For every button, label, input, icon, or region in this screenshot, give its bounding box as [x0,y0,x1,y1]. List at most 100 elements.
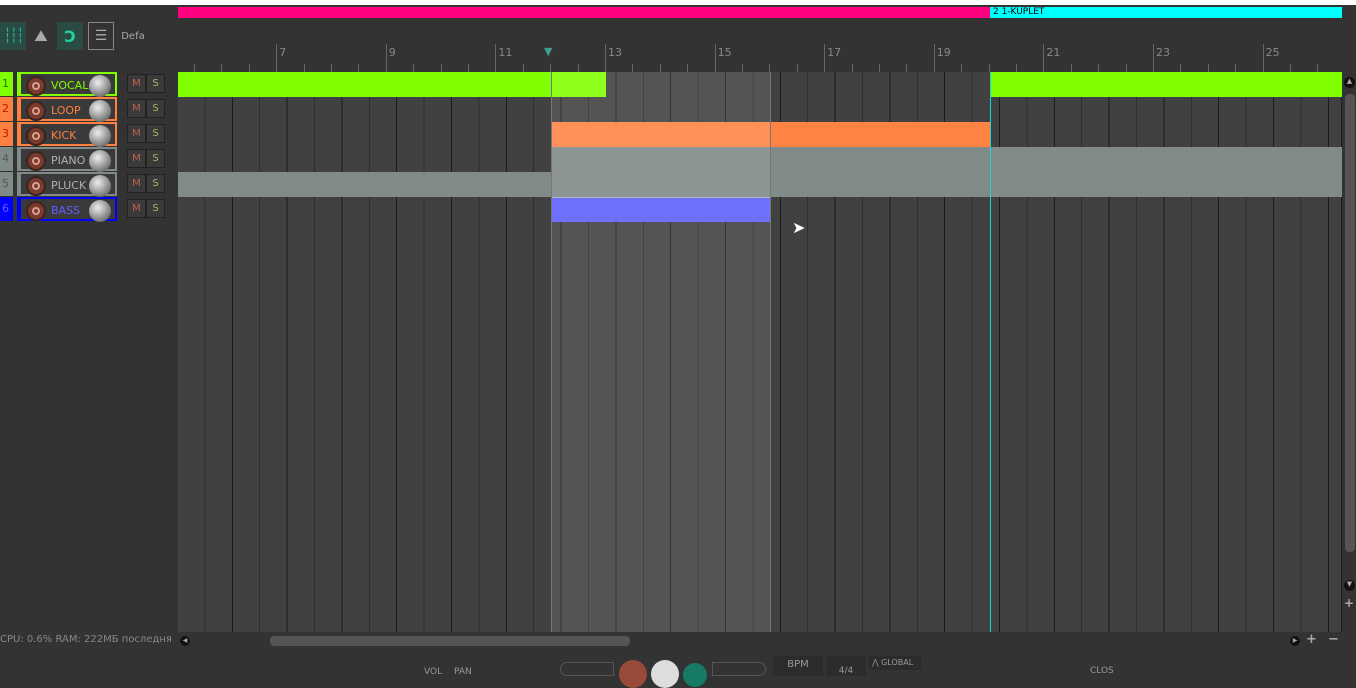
track-layout-icon[interactable]: ☰ [88,22,114,50]
ruler-minor-tick [495,64,497,72]
play-cursor-icon[interactable]: ▼ [544,45,552,58]
track-name-panel[interactable]: VOCAL [17,72,117,97]
ruler-minor-tick [440,64,442,72]
go-start-button[interactable] [560,662,614,676]
track-loop[interactable]: 2 LOOP M S [0,96,170,122]
track-bass[interactable]: 6 BASS M S [0,196,170,222]
record-arm-icon[interactable] [26,201,46,221]
zoom-in-icon[interactable]: + [1344,596,1354,610]
volume-knob[interactable] [89,125,111,147]
stop-button[interactable] [712,662,766,676]
marker-2-1-kuplet[interactable]: 2 1-KUPLET [990,7,1342,18]
track-name-panel[interactable]: KICK [17,122,117,147]
track-name[interactable]: PIANO [51,154,85,167]
mute-button[interactable]: M [127,124,146,143]
track-name-panel[interactable]: PIANO [17,147,117,172]
solo-button[interactable]: S [146,99,165,118]
ruler-minor-tick [522,64,524,72]
layout-label[interactable]: Defa [118,22,148,50]
snap-toggle-icon[interactable]: Ͻ [57,22,83,50]
track-name[interactable]: KICK [51,129,76,142]
track-number: 4 [0,147,13,171]
ruler-minor-tick [276,64,278,72]
time-selection[interactable] [551,72,771,632]
track-name-panel[interactable]: PLUCK [17,172,117,197]
mute-button[interactable]: M [127,174,146,193]
track-pluck[interactable]: 5 PLUCK M S [0,171,170,197]
ruler-minor-tick [632,64,634,72]
mute-button[interactable]: M [127,99,146,118]
item-vocal-2[interactable] [990,72,1342,97]
ruler-minor-tick [248,64,250,72]
global-automation-button[interactable]: ⋀ GLOBAL [869,656,921,670]
ruler-minor-tick [906,64,908,72]
horizontal-scrollbar[interactable]: ◀ ▶ + − [178,632,1342,649]
ripple-edit-icon[interactable]: ⛰ [28,22,54,50]
volume-knob[interactable] [89,100,111,122]
arrange-view[interactable]: ➤ [178,72,1342,632]
h-zoom-out-icon[interactable]: − [1328,632,1339,647]
ruler-minor-tick [824,64,826,72]
ruler-label: 15 [717,46,732,59]
record-arm-icon[interactable] [26,76,46,96]
record-arm-icon[interactable] [26,176,46,196]
grid-toggle-icon[interactable]: ┆┆┆ [0,22,26,50]
track-name[interactable]: LOOP [51,104,81,117]
track-kick[interactable]: 3 KICK M S [0,121,170,147]
volume-knob[interactable] [89,175,111,197]
h-scroll-thumb[interactable] [270,636,630,646]
marker-lane: 2 1-KUPLET [178,5,1342,19]
time-signature-field[interactable]: 4/4 [826,656,866,676]
track-number: 1 [0,72,13,96]
ruler-minor-tick [385,64,387,72]
mute-button[interactable]: M [127,199,146,218]
repeat-button[interactable] [683,663,707,687]
ruler-minor-tick [468,64,469,72]
ruler-minor-tick [1043,64,1045,72]
record-button[interactable] [619,660,647,688]
volume-knob[interactable] [89,75,111,97]
pan-label: PAN [454,667,472,677]
mute-button[interactable]: M [127,74,146,93]
solo-button[interactable]: S [146,199,165,218]
track-name-panel[interactable]: BASS [17,197,117,222]
track-number: 3 [0,122,13,146]
scroll-down-icon[interactable]: ▼ [1344,580,1355,591]
marker-1[interactable] [178,7,990,18]
ruler-minor-tick [687,64,689,72]
track-name-panel[interactable]: LOOP [17,97,117,122]
scroll-thumb[interactable] [1345,94,1355,552]
volume-knob[interactable] [89,200,111,222]
h-zoom-in-icon[interactable]: + [1306,632,1317,647]
track-piano[interactable]: 4 PIANO M S [0,146,170,172]
track-vocal[interactable]: 1 VOCAL M S [0,71,170,97]
solo-button[interactable]: S [146,174,165,193]
ruler-label: 21 [1046,46,1061,59]
scroll-right-icon[interactable]: ▶ [1290,636,1300,646]
solo-button[interactable]: S [146,74,165,93]
record-arm-icon[interactable] [26,151,46,171]
track-number: 6 [0,197,13,221]
vertical-scrollbar[interactable]: ▲ ▼ + [1343,72,1356,632]
track-name[interactable]: VOCAL [51,79,88,92]
mute-button[interactable]: M [127,149,146,168]
volume-knob[interactable] [89,150,111,172]
scroll-up-icon[interactable]: ▲ [1344,77,1355,88]
item-vocal-1[interactable] [178,72,606,97]
ruler-minor-tick [1016,64,1017,72]
timeline-ruler[interactable]: 7 9 11 13 15 17 19 21 23 25 ▼ [178,20,1342,72]
record-arm-icon[interactable] [26,101,46,121]
ruler-minor-tick [851,64,853,72]
clos-button[interactable]: CLOS [1090,666,1114,676]
ruler-minor-tick [714,64,716,72]
scroll-left-icon[interactable]: ◀ [180,636,190,646]
record-arm-icon[interactable] [26,126,46,146]
track-name[interactable]: BASS [51,204,80,217]
solo-button[interactable]: S [146,149,165,168]
play-button[interactable] [651,660,679,688]
track-name[interactable]: PLUCK [51,179,86,192]
item-pluck[interactable] [178,172,551,197]
solo-button[interactable]: S [146,124,165,143]
ruler-minor-tick [879,64,880,72]
bpm-field[interactable]: BPM [773,656,823,676]
